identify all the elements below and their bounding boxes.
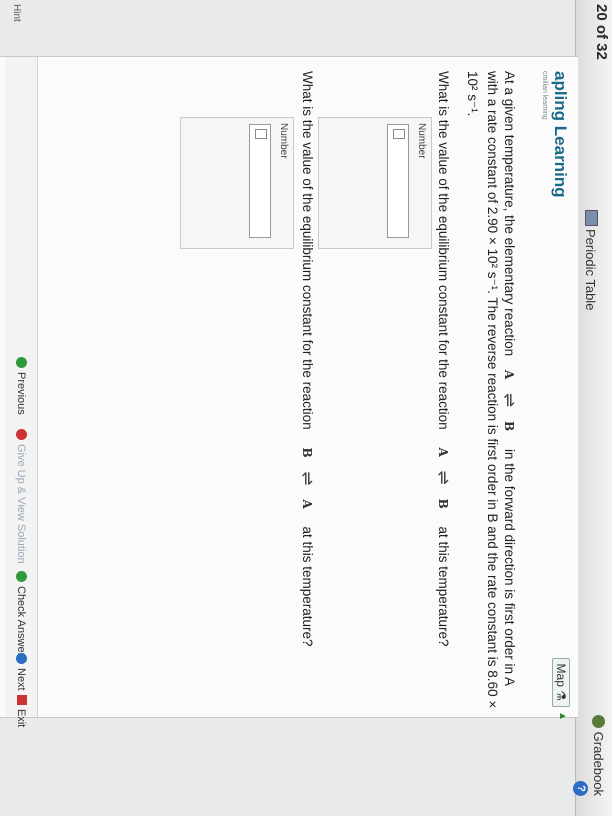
exit-label: Exit: [15, 709, 27, 728]
question-line-1-suffix: in the forward direction is first order …: [502, 448, 517, 687]
equilibrium-arrow-icon: ⇌: [434, 470, 453, 485]
reactant-a: A: [502, 369, 516, 380]
brand-tagline: cmillan learning: [541, 71, 548, 120]
periodic-table-icon: [585, 210, 598, 226]
part-1-left-species: A: [436, 447, 450, 457]
scroll-up-icon[interactable]: ▲: [557, 711, 568, 721]
question-line-3: 10² s⁻¹.: [465, 71, 480, 117]
answer-1-label: Number: [416, 123, 427, 159]
give-up-button[interactable]: Give Up & View Solution: [15, 429, 27, 564]
part-1-right-species: B: [436, 498, 450, 509]
screen: 20 of 32 Periodic Table Gradebook ? apli…: [0, 0, 612, 816]
previous-button[interactable]: Previous: [15, 357, 27, 415]
gradebook-label: Gradebook: [591, 731, 606, 796]
exit-icon: [17, 695, 27, 705]
hint-link[interactable]: Hint: [11, 4, 22, 22]
part-2-left-species: B: [300, 447, 314, 458]
periodic-table-label: Periodic Table: [583, 229, 598, 311]
gradebook-icon: [592, 714, 605, 728]
answer-1-input[interactable]: [387, 124, 409, 238]
answer-2-label: Number: [278, 123, 289, 159]
equilibrium-arrow-icon: ⇌: [500, 393, 519, 408]
answer-2-input[interactable]: [249, 124, 271, 238]
product-b: B: [502, 421, 516, 432]
check-answer-button[interactable]: Check Answer: [15, 571, 27, 656]
part-2-suffix: at this temperature?: [300, 526, 315, 647]
previous-icon: [16, 357, 27, 368]
question-line-2: with a rate constant of 2.90 × 10² s⁻¹. …: [485, 71, 500, 709]
answer-box-1: Number: [318, 117, 432, 249]
next-label: Next: [15, 668, 27, 691]
part-2-prefix: What is the value of the equilibrium con…: [300, 71, 315, 430]
input-cursor-icon: [393, 129, 405, 139]
next-button[interactable]: Next: [15, 653, 27, 691]
answer-box-2: Number: [180, 117, 294, 249]
map-label: Map: [554, 663, 568, 687]
next-icon: [16, 653, 27, 664]
check-answer-icon: [16, 571, 27, 582]
check-answer-label: Check Answer: [15, 586, 27, 657]
equilibrium-arrow-icon: ⇌: [298, 471, 317, 486]
brand-name: apling Learning: [551, 71, 570, 198]
help-icon[interactable]: ?: [573, 781, 588, 796]
give-up-icon: [16, 429, 27, 440]
question-panel: apling Learning cmillan learning Map ⚗ ▲…: [0, 56, 578, 727]
question-line-1-prefix: At a given temperature, the elementary r…: [502, 71, 517, 357]
part-2-right-species: A: [300, 499, 314, 509]
top-bar: 20 of 32 Periodic Table Gradebook ?: [573, 0, 612, 816]
question-line-1: At a given temperature, the elementary r…: [500, 71, 520, 686]
part-1-prompt: What is the value of the equilibrium con…: [434, 71, 454, 647]
periodic-table-link[interactable]: Periodic Table: [583, 210, 598, 310]
exit-button[interactable]: Exit: [15, 695, 27, 727]
give-up-label: Give Up & View Solution: [15, 444, 27, 564]
part-1-suffix: at this temperature?: [436, 526, 451, 647]
input-cursor-icon: [255, 129, 267, 139]
part-1-prefix: What is the value of the equilibrium con…: [436, 71, 451, 430]
map-icon: ⚗: [554, 690, 568, 701]
map-button[interactable]: Map ⚗: [552, 657, 570, 707]
part-2-prompt: What is the value of the equilibrium con…: [298, 71, 318, 647]
previous-label: Previous: [15, 372, 27, 415]
navigation-footer: Previous Give Up & View Solution Check A…: [5, 57, 38, 727]
gradebook-link[interactable]: Gradebook: [591, 714, 606, 796]
question-counter: 20 of 32: [593, 4, 610, 60]
